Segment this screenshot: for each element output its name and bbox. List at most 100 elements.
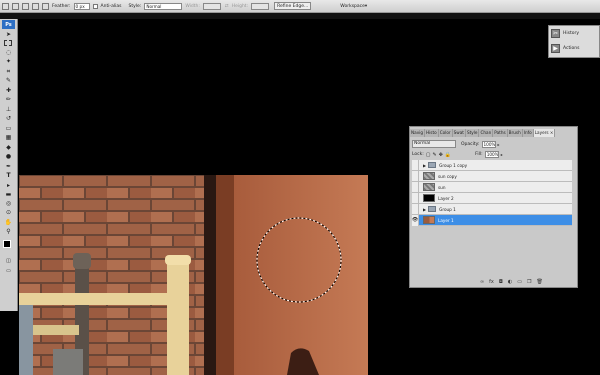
layer-row[interactable]: sun copy: [412, 170, 572, 182]
tab-layers[interactable]: Layers ×: [533, 129, 556, 137]
marquee-tool-preset-icon[interactable]: [2, 2, 9, 10]
layer-name: Layer 1: [438, 217, 454, 223]
lock-all-icon[interactable]: 🔒: [445, 152, 451, 158]
width-input[interactable]: [202, 2, 221, 10]
clone-stamp-tool-icon[interactable]: ⊥: [4, 106, 13, 113]
visibility-toggle[interactable]: [412, 181, 419, 193]
layers-bottom-bar: ∞ fx ◘ ◐ ▭ ❐ 🗑: [480, 279, 543, 285]
layer-row[interactable]: ▶ Group 1: [412, 203, 572, 215]
swap-icon[interactable]: ⇄: [225, 4, 229, 9]
layer-row[interactable]: sun: [412, 181, 572, 193]
eyedropper-tool-icon[interactable]: ✎: [4, 77, 13, 84]
lock-image-icon[interactable]: ✎: [433, 152, 437, 158]
photoshop-logo: Ps: [2, 20, 15, 29]
move-tool-icon[interactable]: ➤: [4, 31, 13, 38]
crop-tool-icon[interactable]: ⌗: [4, 68, 13, 75]
expand-triangle-icon[interactable]: ▶: [423, 207, 426, 212]
history-icon[interactable]: ✂: [551, 29, 560, 38]
eraser-tool-icon[interactable]: ▭: [4, 125, 13, 132]
layer-row[interactable]: Layer 2: [412, 192, 572, 204]
antialias-checkbox[interactable]: [92, 3, 98, 9]
add-selection-icon[interactable]: [22, 2, 29, 10]
tab-channels[interactable]: Chan: [479, 129, 494, 137]
height-label: Height:: [231, 3, 249, 9]
visibility-toggle[interactable]: [412, 192, 419, 204]
tab-paths[interactable]: Paths: [493, 129, 508, 137]
expand-triangle-icon[interactable]: ▶: [423, 163, 426, 168]
hand-tool-icon[interactable]: ✋: [4, 219, 13, 226]
opacity-input[interactable]: 100%: [481, 140, 496, 148]
tab-swatches[interactable]: Swat: [452, 129, 466, 137]
zoom-tool-icon[interactable]: ⚲: [4, 228, 13, 235]
3d-orbit-tool-icon[interactable]: ⊙: [4, 209, 13, 216]
feather-label: Feather:: [52, 3, 71, 9]
close-icon[interactable]: ×: [550, 130, 554, 135]
layer-style-icon[interactable]: fx: [489, 279, 494, 285]
blend-row: Normal Opacity: 100% ▸: [412, 140, 500, 148]
trash-icon[interactable]: 🗑: [536, 279, 542, 285]
visibility-toggle[interactable]: [412, 159, 419, 171]
elliptical-marquee-tool-icon[interactable]: [4, 40, 12, 46]
tab-styles[interactable]: Style: [465, 129, 480, 137]
shape-tool-icon[interactable]: ▬: [4, 191, 13, 198]
eye-icon[interactable]: 👁: [412, 214, 419, 226]
foreground-color-swatch[interactable]: [3, 240, 11, 248]
magic-wand-tool-icon[interactable]: ✦: [4, 58, 13, 65]
refine-edge-button[interactable]: Refine Edge...: [274, 2, 312, 10]
new-selection-icon[interactable]: [12, 2, 19, 10]
subtract-selection-icon[interactable]: [32, 2, 39, 10]
tab-info[interactable]: Info: [522, 129, 534, 137]
screen-mode-icon[interactable]: ▭: [4, 267, 13, 274]
new-layer-icon[interactable]: ❐: [527, 279, 531, 285]
fill-label: Fill:: [475, 152, 483, 157]
folder-icon: [428, 162, 437, 168]
dodge-tool-icon[interactable]: ●: [4, 153, 13, 160]
lock-row: Lock: ▢ ✎ ✥ 🔒 Fill: 100% ▸: [412, 151, 503, 158]
collapsed-panels: ✂ History ▶ Actions: [548, 25, 600, 58]
layer-name: sun copy: [438, 173, 457, 179]
lasso-tool-icon[interactable]: ◌: [4, 49, 13, 56]
link-layers-icon[interactable]: ∞: [480, 279, 484, 285]
actions-panel-button[interactable]: Actions: [563, 44, 599, 53]
pen-tool-icon[interactable]: ✒: [4, 163, 13, 170]
adjustment-layer-icon[interactable]: ◐: [508, 279, 512, 285]
panel-tabs: Navig Histo Color Swat Style Chan Paths …: [410, 129, 579, 137]
history-panel-button[interactable]: History: [563, 29, 599, 38]
intersect-selection-icon[interactable]: [42, 2, 49, 10]
style-select[interactable]: Normal: [144, 2, 183, 10]
antialias-label: Anti-alias: [100, 3, 122, 9]
new-group-icon[interactable]: ▭: [517, 279, 522, 285]
layer-thumbnail: [423, 194, 435, 202]
workspace-button[interactable]: Workspace ▾: [338, 2, 369, 10]
layer-mask-icon[interactable]: ◘: [499, 279, 503, 285]
gradient-tool-icon[interactable]: ▦: [4, 134, 13, 141]
path-selection-tool-icon[interactable]: ▸: [4, 182, 13, 189]
workspace-label: Workspace: [340, 3, 365, 9]
opacity-chevron-icon[interactable]: ▸: [498, 142, 500, 147]
layer-name: Group 1: [439, 206, 456, 212]
document-canvas[interactable]: [19, 175, 368, 375]
lock-transparency-icon[interactable]: ▢: [426, 152, 431, 158]
actions-icon[interactable]: ▶: [551, 44, 560, 53]
fill-input[interactable]: 100%: [484, 151, 499, 158]
healing-brush-tool-icon[interactable]: ✚: [4, 87, 13, 94]
tab-brushes[interactable]: Brush: [507, 129, 523, 137]
height-input[interactable]: [251, 2, 270, 10]
history-brush-tool-icon[interactable]: ↺: [4, 115, 13, 122]
visibility-toggle[interactable]: [412, 170, 419, 182]
blur-tool-icon[interactable]: ◆: [4, 144, 13, 151]
feather-input[interactable]: 0 px: [73, 2, 90, 10]
layer-row[interactable]: ▶ Group 1 copy: [412, 159, 572, 171]
visibility-toggle[interactable]: [412, 203, 419, 215]
brush-tool-icon[interactable]: ✏: [4, 96, 13, 103]
tab-histogram[interactable]: Histo: [425, 129, 439, 137]
layer-row-selected[interactable]: 👁 Layer 1: [412, 214, 572, 226]
tab-color[interactable]: Color: [438, 129, 453, 137]
fill-chevron-icon[interactable]: ▸: [501, 152, 503, 157]
quick-mask-icon[interactable]: ◫: [4, 257, 13, 264]
lock-position-icon[interactable]: ✥: [439, 152, 443, 158]
blend-mode-select[interactable]: Normal: [412, 140, 456, 148]
type-tool-icon[interactable]: T: [4, 172, 13, 179]
tab-navigator[interactable]: Navig: [410, 129, 425, 137]
3d-rotate-tool-icon[interactable]: ◎: [4, 200, 13, 207]
